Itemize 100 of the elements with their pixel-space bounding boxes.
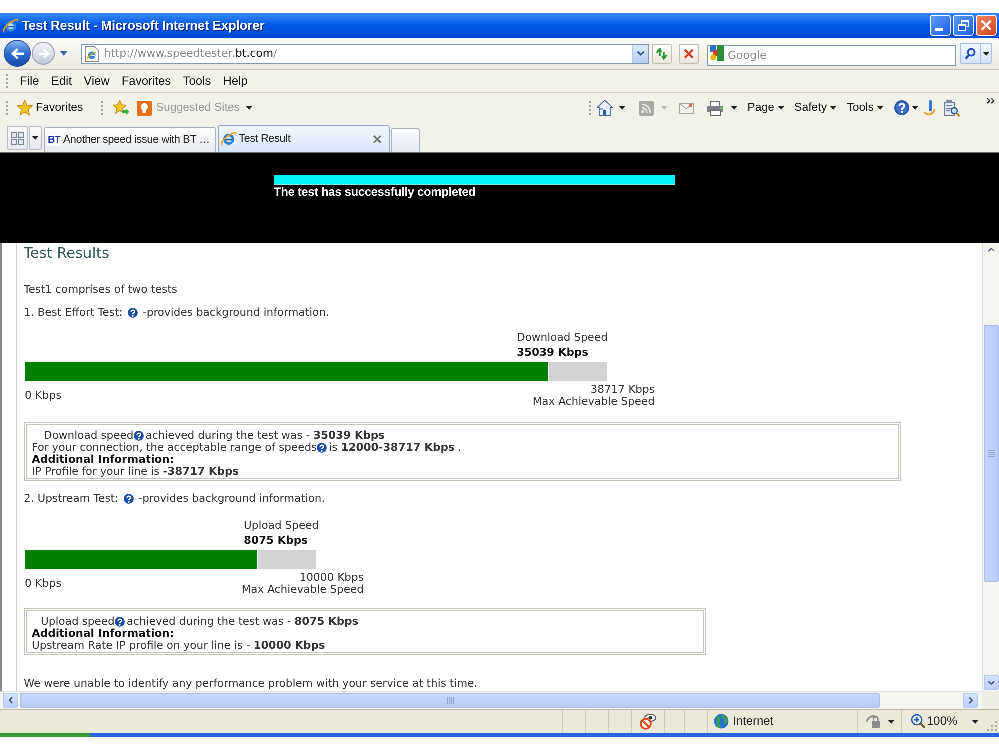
menu-item[interactable]: Favorites [116, 73, 178, 89]
page-heading: Test Results [24, 245, 110, 263]
caret-icon[interactable] [246, 106, 254, 110]
tab-label: Test Result [239, 132, 291, 146]
chevron-left-icon [8, 697, 12, 704]
security-zone-label: Internet [733, 714, 774, 729]
browser-tab[interactable]: Test Result [218, 125, 390, 152]
scale-max-label: 10000 Kbps [300, 572, 364, 584]
help-icon[interactable] [128, 308, 138, 318]
caret-icon[interactable] [972, 720, 979, 724]
close-button[interactable] [976, 15, 997, 36]
scale-min-label: 0 Kbps [25, 390, 62, 402]
help-icon[interactable] [317, 443, 328, 453]
info-text: is 12000-38717 Kbps . [329, 442, 462, 454]
info-text: IP Profile for your line is -38717 Kbps [32, 466, 240, 478]
address-field[interactable]: http://www.speedtester.bt.com/ [81, 44, 649, 64]
zoom-in-icon [911, 714, 926, 729]
arrow-right-icon [38, 48, 50, 58]
chevron-more-icon[interactable] [987, 98, 995, 104]
stop-button[interactable] [679, 44, 699, 64]
menu-item[interactable]: View [78, 73, 116, 89]
caret-icon[interactable] [618, 106, 626, 110]
restore-button[interactable] [953, 15, 974, 36]
refresh-button[interactable] [652, 44, 672, 64]
address-dropdown-button[interactable] [632, 44, 648, 62]
test-title: 2. Upstream Test: [24, 493, 119, 505]
search-icon [965, 48, 976, 60]
ie-logo-icon [221, 131, 237, 147]
caret-icon[interactable] [888, 720, 895, 724]
caret-icon[interactable] [730, 106, 738, 110]
info-text: Download speed [44, 430, 134, 442]
browser-tab[interactable]: BT Another speed issue with BT … [44, 127, 216, 152]
help-icon[interactable] [124, 494, 134, 504]
privacy-eye-icon[interactable] [640, 713, 656, 730]
site-logo: BT [47, 134, 62, 146]
toolbar-grip-icon[interactable] [101, 101, 104, 115]
caret-icon[interactable] [912, 106, 919, 110]
caret-icon[interactable] [32, 136, 39, 140]
scroll-thumb[interactable] [20, 693, 880, 708]
help-icon[interactable] [894, 100, 910, 116]
tab-list-button[interactable] [29, 126, 42, 150]
envelope-icon[interactable] [678, 102, 694, 114]
grip-icon [988, 450, 994, 457]
menu-item[interactable]: File [14, 73, 46, 89]
help-icon[interactable] [114, 617, 125, 627]
home-icon[interactable] [596, 100, 613, 116]
back-button[interactable] [4, 40, 31, 67]
menu-item[interactable]: Edit [45, 73, 78, 89]
caret-icon[interactable] [982, 52, 990, 56]
arrow-left-icon [10, 48, 24, 60]
speed-value: 35039 Kbps [517, 347, 589, 359]
close-icon[interactable] [373, 134, 382, 144]
scroll-thumb[interactable] [984, 325, 998, 582]
favorites-button[interactable]: Favorites [17, 100, 84, 116]
printer-icon[interactable] [706, 100, 724, 116]
info-text: achieved during the test was - 35039 Kbps [146, 430, 386, 442]
caret-icon[interactable] [877, 106, 884, 110]
scale-max-caption: Max Achievable Speed [532, 396, 655, 408]
web-page-icon [85, 46, 99, 62]
lock-icon[interactable] [866, 714, 881, 729]
search-field[interactable]: Google [707, 45, 956, 66]
window-title: Test Result - Microsoft Internet Explorer [22, 18, 265, 34]
star-arrow-icon[interactable] [113, 100, 130, 116]
grip-icon [446, 697, 454, 704]
scroll-down-button[interactable] [984, 675, 998, 690]
minimize-icon [935, 28, 943, 31]
speed-value: 8075 Kbps [244, 535, 308, 547]
help-icon[interactable] [134, 431, 144, 441]
command-menu-button[interactable]: Tools [847, 100, 884, 116]
search-provider-icon [710, 45, 724, 61]
minimize-button[interactable] [930, 15, 951, 36]
info-text: Upload speed [41, 616, 115, 628]
intro-text: Test1 comprises of two tests [24, 284, 178, 296]
command-menu-button[interactable]: Safety [794, 100, 838, 116]
zoom-button[interactable]: 100% [911, 714, 958, 729]
speed-label: Download Speed [517, 332, 608, 344]
chevron-down-icon [988, 680, 994, 684]
resize-grip-icon[interactable] [987, 721, 998, 732]
quick-tabs-button[interactable] [7, 126, 28, 150]
command-menu-button[interactable]: Page [748, 100, 785, 116]
caret-icon[interactable] [778, 106, 785, 110]
info-text: achieved during the test was - 8075 Kbps [126, 616, 359, 628]
chevron-up-icon [988, 248, 994, 252]
research-icon[interactable] [944, 100, 960, 116]
stop-icon [684, 48, 694, 58]
caret-icon[interactable] [830, 106, 838, 110]
info-text: For your connection, the acceptable range of speeds [32, 442, 318, 454]
search-button[interactable] [960, 43, 981, 64]
scale-max-label: 38717 Kbps [590, 384, 655, 396]
scroll-right-button[interactable] [963, 693, 978, 708]
test-title: 1. Best Effort Test: [24, 307, 123, 319]
menu-item[interactable]: Tools [177, 73, 218, 89]
scroll-left-button[interactable] [3, 693, 18, 708]
toolbar-grip-icon[interactable] [588, 101, 591, 115]
grid-icon [11, 132, 24, 144]
menu-item[interactable]: Help [217, 73, 254, 89]
pen-tool-icon[interactable] [924, 100, 936, 116]
scale-max-caption: Max Achievable Speed [242, 584, 364, 596]
conclusion-text: We were unable to identify any performance problem with your service at this time. [24, 678, 478, 690]
search-options-button[interactable] [981, 43, 992, 64]
